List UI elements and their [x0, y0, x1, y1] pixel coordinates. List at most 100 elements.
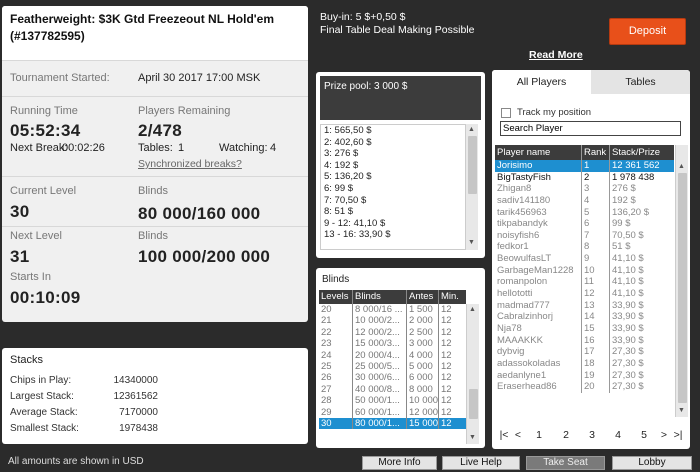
col-levels[interactable]: Levels [319, 290, 353, 304]
players-scroll-thumb[interactable] [678, 173, 687, 403]
starts-in-label: Starts In [10, 271, 51, 283]
blinds-row[interactable]: 22 12 000/2... 2 500 12 [319, 326, 466, 339]
player-stack: 51 $ [612, 241, 631, 253]
scroll-up-icon[interactable]: ▲ [678, 163, 685, 171]
started-label: Tournament Started: [10, 72, 110, 84]
scroll-down-icon[interactable]: ▼ [468, 239, 475, 247]
player-row[interactable]: adassokoladas 18 27,30 $ [495, 357, 674, 370]
col-blinds[interactable]: Blinds [353, 290, 407, 304]
player-rank: 9 [582, 253, 610, 265]
blinds-row[interactable]: 20 8 000/16 ... 1 500 12 [319, 304, 466, 316]
blinds-row-current[interactable]: 30 80 000/1... 15 000 12 [319, 417, 466, 430]
running-time-value: 05:52:34 [10, 121, 81, 140]
next-page-icon[interactable]: > [657, 429, 671, 441]
live-help-button[interactable]: Live Help [442, 456, 520, 470]
blinds-row[interactable]: 21 10 000/2... 2 000 12 [319, 315, 466, 327]
player-row[interactable]: noisyfish6 7 70,50 $ [495, 229, 674, 242]
blinds-cell: 30 000/6... [353, 372, 407, 384]
prev-page-icon[interactable]: < [511, 429, 525, 441]
blinds-cell: 25 000/5... [353, 360, 407, 373]
player-row[interactable]: tarik456963 5 136,20 $ [495, 206, 674, 219]
player-row[interactable]: GarbageMan1228 10 41,10 $ [495, 264, 674, 277]
tab-all-players[interactable]: All Players [492, 70, 591, 94]
blinds-cell: 12 [441, 326, 452, 338]
player-row[interactable]: BeowulfasLT 9 41,10 $ [495, 253, 674, 265]
blinds-scrollbar[interactable]: ▲ ▼ [466, 304, 479, 444]
page-3[interactable]: 3 [579, 429, 605, 441]
player-row[interactable]: MAAAKKK 16 33,90 $ [495, 334, 674, 347]
player-rank: 13 [582, 299, 610, 312]
stacks-title: Stacks [10, 354, 44, 366]
player-row[interactable]: dybvig 17 27,30 $ [495, 346, 674, 358]
synchronized-breaks-link[interactable]: Synchronized breaks? [138, 158, 242, 170]
player-row[interactable]: BigTastyFish 2 1 978 438 [495, 171, 674, 184]
first-page-icon[interactable]: |< [497, 429, 511, 441]
deposit-button[interactable]: Deposit [609, 18, 686, 45]
search-player-input[interactable] [500, 121, 681, 136]
col-min[interactable]: Min. [439, 290, 466, 304]
player-row[interactable]: Nja78 15 33,90 $ [495, 322, 674, 335]
page-1[interactable]: 1 [525, 429, 553, 441]
prize-pool-header: Prize pool: 3 000 $ [320, 76, 481, 120]
blinds-cell: 60 000/1... [353, 406, 407, 418]
blinds-row[interactable]: 29 60 000/1... 12 000 12 [319, 406, 466, 418]
take-seat-button[interactable]: Take Seat [526, 456, 605, 470]
tournament-title-line2: (#137782595) [10, 29, 85, 43]
track-position[interactable]: Track my position [501, 107, 591, 118]
blinds-row[interactable]: 23 15 000/3... 3 000 12 [319, 338, 466, 350]
blinds-cell: 40 000/8... [353, 383, 407, 396]
player-row[interactable]: aedanlyne1 19 27,30 $ [495, 369, 674, 382]
players-panel: All Players Tables Track my position Pla… [492, 70, 690, 449]
blinds-row[interactable]: 27 40 000/8... 8 000 12 [319, 383, 466, 396]
blinds-row[interactable]: 26 30 000/6... 6 000 12 [319, 372, 466, 384]
player-name: tikpabandyk [495, 218, 582, 230]
scroll-down-icon[interactable]: ▼ [469, 434, 476, 442]
blinds-row[interactable]: 28 50 000/1... 10 000 12 [319, 395, 466, 407]
page-2[interactable]: 2 [553, 429, 579, 441]
scroll-down-icon[interactable]: ▼ [678, 407, 685, 415]
player-name: Cabralzinhorj [495, 311, 582, 323]
player-row[interactable]: Eraserhead86 20 27,30 $ [495, 381, 674, 393]
player-row[interactable]: hellototti 12 41,10 $ [495, 288, 674, 300]
page-5[interactable]: 5 [631, 429, 657, 441]
player-rank: 12 [582, 288, 610, 300]
lobby-button[interactable]: Lobby [612, 456, 692, 470]
player-row[interactable]: Jorisimo 1 12 361 562 [495, 160, 674, 172]
blinds-row[interactable]: 25 25 000/5... 5 000 12 [319, 360, 466, 373]
next-blinds-value: 100 000/200 000 [138, 247, 271, 266]
player-stack: 33,90 $ [612, 299, 644, 311]
col-stack-prize[interactable]: Stack/Prize [610, 145, 674, 160]
scroll-up-icon[interactable]: ▲ [469, 306, 476, 314]
tab-tables[interactable]: Tables [591, 70, 690, 94]
read-more-link[interactable]: Read More [529, 49, 583, 61]
blinds-cell: 10 000 [409, 395, 439, 407]
player-row[interactable]: tikpabandyk 6 99 $ [495, 218, 674, 230]
more-info-button[interactable]: More Info [362, 456, 437, 470]
col-rank[interactable]: Rank [582, 145, 610, 160]
player-name: tarik456963 [495, 206, 582, 219]
scroll-up-icon[interactable]: ▲ [468, 126, 475, 134]
page-4[interactable]: 4 [605, 429, 631, 441]
player-rank: 17 [582, 346, 610, 358]
col-player-name[interactable]: Player name [495, 145, 582, 160]
blinds-scroll-thumb[interactable] [469, 389, 478, 419]
prize-scroll-thumb[interactable] [468, 136, 477, 194]
player-stack: 136,20 $ [612, 206, 649, 218]
last-page-icon[interactable]: >| [671, 429, 685, 441]
blinds-row[interactable]: 24 20 000/4... 4 000 12 [319, 349, 466, 361]
col-antes[interactable]: Antes [407, 290, 439, 304]
players-scrollbar[interactable]: ▲ ▼ [675, 145, 688, 417]
blinds-cell: 29 [319, 406, 353, 418]
blinds-cell: 12 [441, 383, 452, 395]
player-row[interactable]: Zhigan8 3 276 $ [495, 183, 674, 195]
player-row[interactable]: Cabralzinhorj 14 33,90 $ [495, 311, 674, 323]
track-position-checkbox[interactable] [501, 107, 511, 118]
blinds-cell: 22 [319, 326, 353, 339]
player-row[interactable]: fedkor1 8 51 $ [495, 241, 674, 254]
prize-scrollbar[interactable]: ▲ ▼ [465, 124, 478, 250]
prize-item: 13 - 16: 33,90 $ [324, 229, 391, 241]
player-row[interactable]: romanpolon 11 41,10 $ [495, 276, 674, 289]
player-row[interactable]: madmad777 13 33,90 $ [495, 299, 674, 312]
player-row[interactable]: sadiv141180 4 192 $ [495, 194, 674, 207]
blinds-cell: 12 [441, 395, 452, 407]
